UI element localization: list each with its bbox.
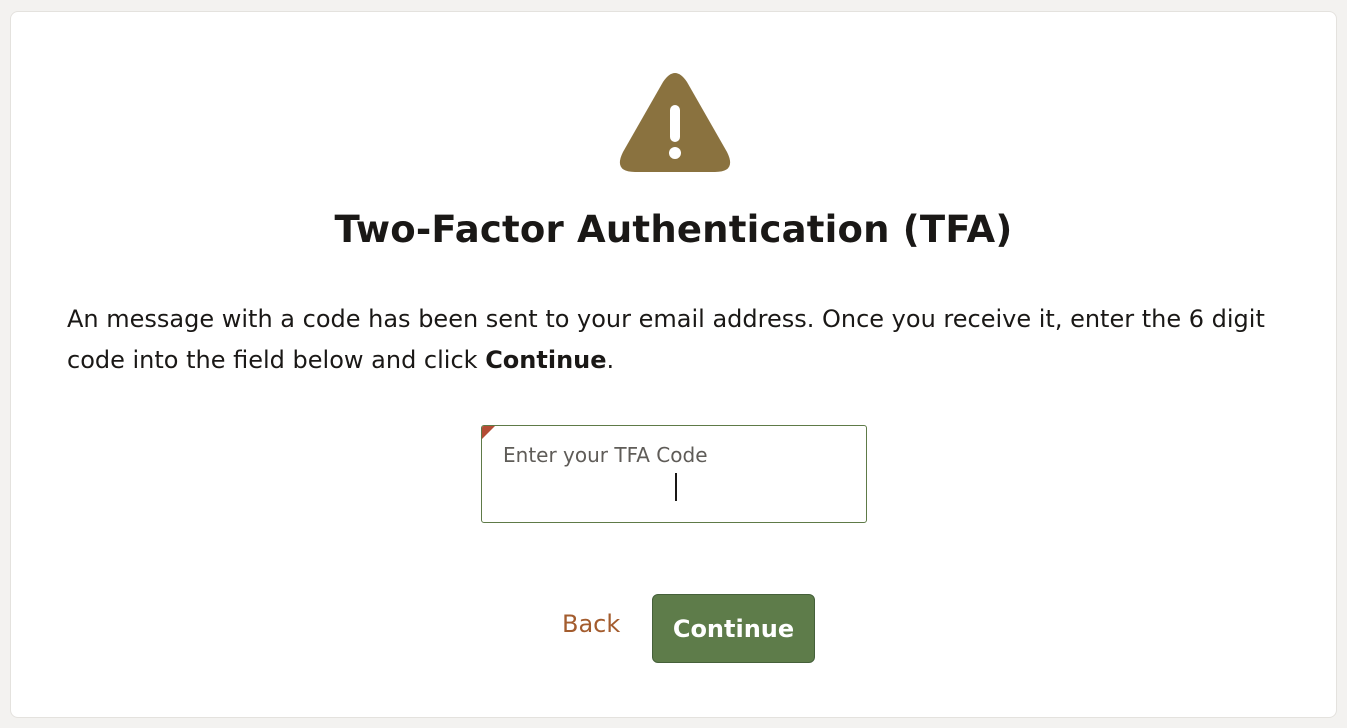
instruction-bold-continue: Continue: [485, 346, 607, 374]
text-caret: [675, 473, 677, 501]
tfa-card: Two-Factor Authentication (TFA) An messa…: [10, 11, 1337, 718]
tfa-code-field[interactable]: Enter your TFA Code: [481, 425, 867, 523]
back-link[interactable]: Back: [562, 610, 620, 638]
warning-icon: [619, 73, 731, 172]
instruction-message: An message with a code has been sent to …: [67, 299, 1287, 381]
instruction-period: .: [606, 346, 615, 374]
continue-button[interactable]: Continue: [652, 594, 815, 663]
page-title: Two-Factor Authentication (TFA): [334, 208, 1013, 251]
tfa-code-label: Enter your TFA Code: [503, 443, 708, 467]
instruction-text: An message with a code has been sent to …: [67, 305, 1265, 374]
tfa-code-input[interactable]: [503, 470, 843, 502]
required-indicator: [482, 426, 495, 439]
